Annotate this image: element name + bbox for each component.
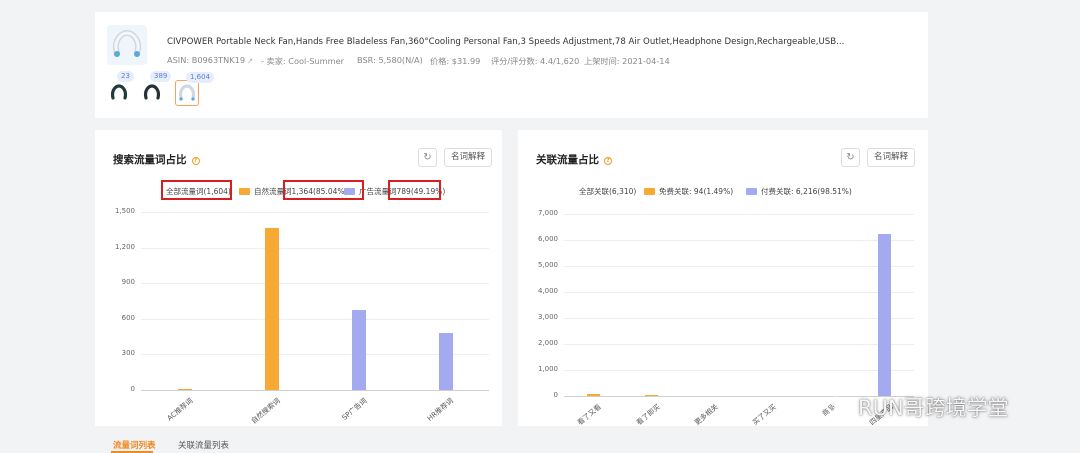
y-tick-label: 0 — [130, 385, 135, 393]
x-tick-label: HR推荐词 — [426, 396, 456, 423]
related-traffic-card: 关联流量占比? ↻ 名词解释 全部关联(6,310) 免费关联: 94(1.49… — [518, 130, 928, 427]
neck-fan-white-icon — [113, 29, 141, 57]
gridline — [564, 318, 914, 319]
legend-label: 全部关联(6,310) — [579, 187, 637, 196]
refresh-icon: ↻ — [423, 152, 432, 163]
legend-label: 付费关联: 6,216(98.51%) — [761, 187, 852, 196]
neck-fan-white-icon — [178, 84, 196, 101]
help-icon[interactable]: ? — [604, 157, 612, 165]
wechat-icon — [826, 396, 852, 417]
variant-thumb-selected[interactable]: 1,604 — [175, 72, 215, 106]
refresh-button[interactable]: ↻ — [418, 148, 437, 167]
search-traffic-card: 搜索流量词占比? ↻ 名词解释 全部流量词(1,604) 自然流量词1,364(… — [95, 130, 502, 426]
chart-bar[interactable] — [878, 234, 892, 396]
variant-thumb[interactable]: 23 — [107, 71, 134, 106]
price-text: 价格: $31.99 — [430, 56, 481, 66]
gridline — [141, 318, 489, 320]
y-tick-label: 900 — [121, 278, 135, 287]
listed-date-text: 上架时间: 2021-04-14 — [584, 56, 670, 66]
chart-bar[interactable] — [177, 388, 192, 390]
gridline — [141, 283, 489, 285]
y-tick-label: 0 — [553, 391, 558, 399]
x-tick-label: SP广告词 — [340, 396, 369, 422]
gridline — [141, 212, 489, 213]
neck-fan-dark-icon — [110, 84, 128, 100]
explain-button[interactable]: 名词解释 — [867, 148, 916, 167]
y-tick-label: 3,000 — [537, 313, 558, 321]
chart-bar[interactable] — [264, 228, 279, 390]
variant-thumb[interactable]: 389 — [140, 71, 172, 106]
highlight-box — [283, 180, 364, 200]
help-icon[interactable]: ? — [191, 157, 200, 165]
tab-related-list[interactable]: 关联流量列表 — [178, 439, 229, 451]
card-title: 搜索流量词占比 — [113, 154, 187, 166]
chart-bar[interactable] — [438, 333, 453, 390]
x-axis-line — [141, 390, 489, 391]
y-tick-label: 1,200 — [114, 242, 135, 251]
product-title[interactable]: CIVPOWER Portable Neck Fan,Hands Free Bl… — [167, 37, 844, 47]
y-tick-label: 1,000 — [537, 365, 558, 373]
legend-paid[interactable]: 付费关联: 6,216(98.51%) — [746, 186, 852, 197]
x-tick-label: 自然搜索词 — [249, 396, 282, 426]
variant-count-badge: 1,604 — [186, 72, 215, 83]
card-title: 关联流量占比 — [536, 154, 599, 166]
gridline — [564, 240, 914, 241]
gridline — [141, 247, 489, 249]
y-tick-label: 7,000 — [537, 209, 558, 217]
chart-bar[interactable] — [586, 393, 600, 396]
y-tick-label: 600 — [121, 313, 135, 322]
gridline — [141, 354, 489, 356]
watermark: RUN哥跨境学堂 — [826, 392, 1009, 422]
tab-keyword-list[interactable]: 流量词列表 — [113, 439, 156, 451]
refresh-button[interactable]: ↻ — [841, 148, 860, 167]
x-tick-label: 看了又看 — [576, 402, 603, 427]
y-tick-label: 6,000 — [537, 235, 558, 243]
seller-text: - 卖家: Cool-Summer — [261, 56, 344, 66]
gridline — [564, 344, 914, 345]
gridline — [564, 214, 914, 215]
y-tick-label: 5,000 — [537, 261, 558, 269]
gridline — [564, 370, 914, 371]
explain-button[interactable]: 名词解释 — [444, 148, 493, 167]
highlight-box — [388, 180, 441, 200]
y-tick-label: 1,500 — [114, 207, 135, 215]
x-tick-label: AC推荐词 — [165, 396, 195, 423]
legend-swatch — [239, 188, 250, 195]
legend-all[interactable]: 全部关联(6,310) — [579, 186, 636, 197]
chart-bar[interactable] — [645, 394, 658, 396]
chart-bar[interactable] — [351, 310, 366, 390]
rating-text: 评分/评分数: 4.4/1,620 — [491, 56, 580, 66]
neck-fan-dark-icon — [143, 84, 161, 100]
legend-swatch — [746, 188, 757, 195]
x-tick-label: 更多相关 — [693, 402, 720, 427]
variant-count-badge: 23 — [117, 71, 134, 82]
watermark-text: RUN哥跨境学堂 — [858, 396, 1009, 420]
bsr-text: BSR: 5,580(N/A) — [357, 55, 423, 65]
product-image[interactable] — [107, 25, 147, 65]
variant-count-badge: 389 — [150, 71, 172, 82]
legend-free[interactable]: 免费关联: 94(1.49%) — [644, 186, 733, 197]
gridline — [564, 266, 914, 267]
product-card: CIVPOWER Portable Neck Fan,Hands Free Bl… — [95, 12, 928, 118]
external-link-icon[interactable]: ↗ — [247, 57, 253, 65]
legend-swatch — [644, 188, 655, 195]
y-tick-label: 2,000 — [537, 339, 558, 347]
x-tick-label: 买了又买 — [751, 402, 778, 427]
refresh-icon: ↻ — [846, 152, 855, 163]
y-tick-label: 4,000 — [537, 287, 558, 295]
asin-text[interactable]: ASIN: B0963TNK19 — [167, 55, 245, 65]
y-tick-label: 300 — [121, 349, 135, 358]
x-tick-label: 看了即买 — [634, 402, 662, 427]
legend-label: 免费关联: 94(1.49%) — [659, 187, 734, 196]
gridline — [564, 292, 914, 293]
highlight-box — [161, 180, 232, 200]
